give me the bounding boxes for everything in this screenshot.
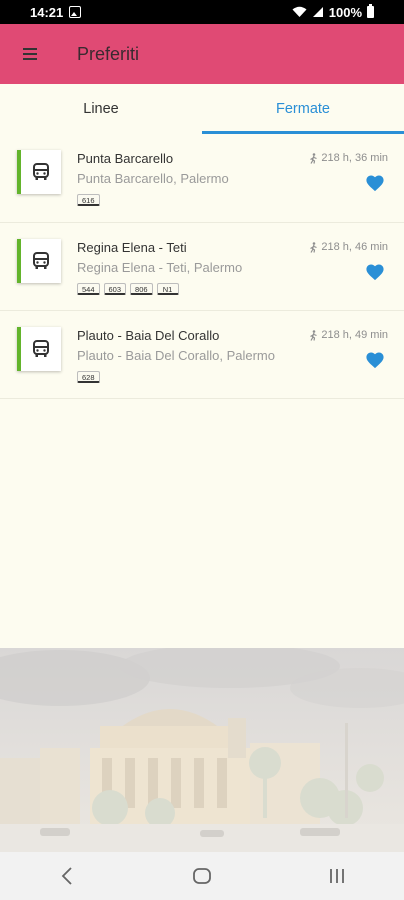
stop-name: Regina Elena - Teti bbox=[77, 240, 187, 255]
status-left: 14:21 bbox=[30, 4, 82, 20]
teatro-massimo-illustration bbox=[0, 648, 404, 852]
system-nav-bar bbox=[0, 852, 404, 900]
stop-icon-box bbox=[17, 239, 61, 283]
status-bar: 14:21 100% bbox=[0, 0, 404, 24]
status-time: 14:21 bbox=[30, 4, 64, 20]
bus-icon bbox=[31, 339, 51, 359]
bus-icon bbox=[31, 162, 51, 182]
stop-subtitle: Plauto - Baia Del Corallo, Palermo bbox=[77, 348, 275, 363]
walk-time-text: 218 h, 49 min bbox=[321, 329, 388, 341]
menu-bars bbox=[23, 48, 37, 60]
page-title: Preferiti bbox=[77, 43, 140, 64]
app-bar: Preferiti bbox=[0, 24, 404, 84]
tab-bar: Linee Fermate bbox=[0, 84, 404, 134]
walk-time-text: 218 h, 36 min bbox=[321, 152, 388, 164]
background-photo bbox=[0, 648, 404, 852]
home-icon[interactable] bbox=[172, 856, 232, 896]
stop-name: Punta Barcarello bbox=[77, 151, 174, 166]
line-badge: 603 bbox=[103, 283, 127, 295]
stop-icon-box bbox=[17, 150, 61, 194]
list-item[interactable]: Plauto - Baia Del Corallo Plauto - Baia … bbox=[0, 311, 404, 399]
line-badges: 544 603 806 N1 bbox=[77, 283, 179, 295]
stop-subtitle: Regina Elena - Teti, Palermo bbox=[77, 260, 243, 275]
line-badge: 628 bbox=[77, 371, 100, 383]
walk-time: 218 h, 46 min bbox=[309, 241, 388, 253]
line-badge: 544 bbox=[77, 283, 100, 295]
list-item[interactable]: Regina Elena - Teti Regina Elena - Teti,… bbox=[0, 223, 404, 311]
status-right: 100% bbox=[292, 4, 374, 20]
walking-icon bbox=[310, 152, 318, 164]
menu-icon[interactable] bbox=[0, 24, 60, 84]
walk-time-text: 218 h, 46 min bbox=[321, 241, 388, 253]
line-badge: 616 bbox=[77, 194, 100, 206]
line-badges: 628 bbox=[77, 371, 100, 383]
walk-time: 218 h, 49 min bbox=[309, 329, 388, 341]
recents-icon[interactable] bbox=[307, 856, 367, 896]
tab-fermate[interactable]: Fermate bbox=[202, 84, 404, 134]
line-badge: N1 bbox=[156, 283, 179, 295]
favorite-heart-icon[interactable] bbox=[365, 263, 385, 281]
stop-name: Plauto - Baia Del Corallo bbox=[77, 328, 220, 343]
stop-subtitle: Punta Barcarello, Palermo bbox=[77, 171, 229, 186]
favorite-stops-list: Punta Barcarello Punta Barcarello, Paler… bbox=[0, 134, 404, 399]
favorite-heart-icon[interactable] bbox=[365, 351, 385, 369]
battery-percent: 100% bbox=[328, 4, 362, 20]
battery-icon bbox=[367, 4, 374, 18]
walking-icon bbox=[310, 329, 318, 341]
bus-icon bbox=[31, 251, 51, 271]
wifi-icon bbox=[292, 6, 307, 17]
walking-icon bbox=[310, 241, 318, 253]
signal-icon bbox=[312, 7, 323, 17]
tab-linee[interactable]: Linee bbox=[0, 84, 202, 134]
gallery-icon bbox=[69, 6, 82, 18]
back-icon[interactable] bbox=[37, 856, 97, 896]
favorite-heart-icon[interactable] bbox=[365, 174, 385, 192]
walk-time: 218 h, 36 min bbox=[309, 152, 388, 164]
list-item[interactable]: Punta Barcarello Punta Barcarello, Paler… bbox=[0, 134, 404, 223]
line-badge: 806 bbox=[130, 283, 153, 295]
line-badges: 616 bbox=[77, 194, 100, 206]
stop-icon-box bbox=[17, 327, 61, 371]
